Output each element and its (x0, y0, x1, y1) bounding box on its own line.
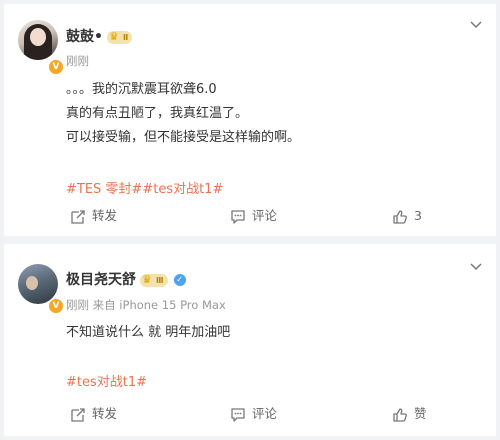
avatar-face (30, 28, 46, 46)
blue-verified-icon: ✓ (173, 274, 186, 286)
hashtags[interactable]: #TES 零封##tes对战t1# (66, 178, 223, 197)
username[interactable]: 鼓鼓• ♛ Ⅱ (66, 26, 133, 46)
post-card: 极目尧天舒 ♛ Ⅲ ✓ 刚刚 来自 iPhone 15 Pro Max 不知道说什么 … (4, 244, 496, 436)
comment-icon (231, 209, 245, 224)
post-meta: 刚刚 来自 iPhone 15 Pro Max (66, 298, 226, 312)
comment-label: 评论 (252, 406, 278, 421)
post-text: 不知道说什么 就 明年加油吧 (66, 321, 230, 345)
like-count: 3 (414, 208, 422, 223)
verified-badge-icon: V (48, 59, 64, 75)
username[interactable]: 极目尧天舒 ♛ Ⅲ ✓ (66, 269, 186, 289)
hashtags[interactable]: #tes对战t1# (66, 371, 147, 390)
repost-label: 转发 (92, 208, 118, 223)
like-icon (393, 209, 407, 224)
comment-label: 评论 (252, 208, 278, 223)
level-badge: ♛ Ⅲ (140, 272, 168, 287)
username-text[interactable]: 极目尧天舒 (66, 272, 136, 288)
verified-badge-icon: V (48, 298, 64, 314)
repost-button[interactable]: 转发 (70, 202, 117, 230)
post-card: V 鼓鼓• ♛ Ⅱ 刚刚 。。。我的沉默震耳欲聋6.0 真的有点丑陋了，我真红温了。… (4, 4, 496, 236)
level-text: Ⅲ (156, 275, 164, 285)
action-bar: 转发 评论 3 (4, 202, 496, 230)
avatar-face (26, 276, 38, 290)
repost-label: 转发 (92, 406, 118, 421)
post-meta: 刚刚 (66, 54, 89, 68)
more-chevron-icon[interactable] (470, 18, 482, 32)
like-button[interactable]: 赞 (392, 400, 427, 428)
repost-button[interactable]: 转发 (70, 400, 117, 428)
post-line: 不知道说什么 就 明年加油吧 (66, 325, 231, 340)
post-text: 。。。我的沉默震耳欲聋6.0 真的有点丑陋了，我真红温了。 可以接受输，但不能接… (66, 78, 300, 150)
level-text: Ⅱ (122, 32, 129, 42)
repost-icon (71, 209, 85, 224)
avatar[interactable] (18, 20, 58, 60)
level-badge: ♛ Ⅱ (106, 29, 133, 44)
like-icon (393, 407, 407, 422)
repost-icon (71, 407, 85, 422)
crown-icon: ♛ (108, 29, 119, 43)
crown-icon: ♛ (142, 272, 152, 286)
like-button[interactable]: 3 (392, 202, 422, 230)
post-line: 可以接受输，但不能接受是这样输的啊。 (66, 130, 301, 145)
post-line: 。。。我的沉默震耳欲聋6.0 (66, 82, 217, 97)
more-chevron-icon[interactable] (470, 260, 482, 274)
action-bar: 转发 评论 赞 (4, 400, 496, 428)
comment-button[interactable]: 评论 (230, 202, 277, 230)
post-line: 真的有点丑陋了，我真红温了。 (66, 106, 249, 121)
comment-button[interactable]: 评论 (230, 400, 277, 428)
username-text[interactable]: 鼓鼓• (66, 29, 103, 45)
comment-icon (231, 407, 245, 422)
like-label: 赞 (414, 406, 427, 421)
